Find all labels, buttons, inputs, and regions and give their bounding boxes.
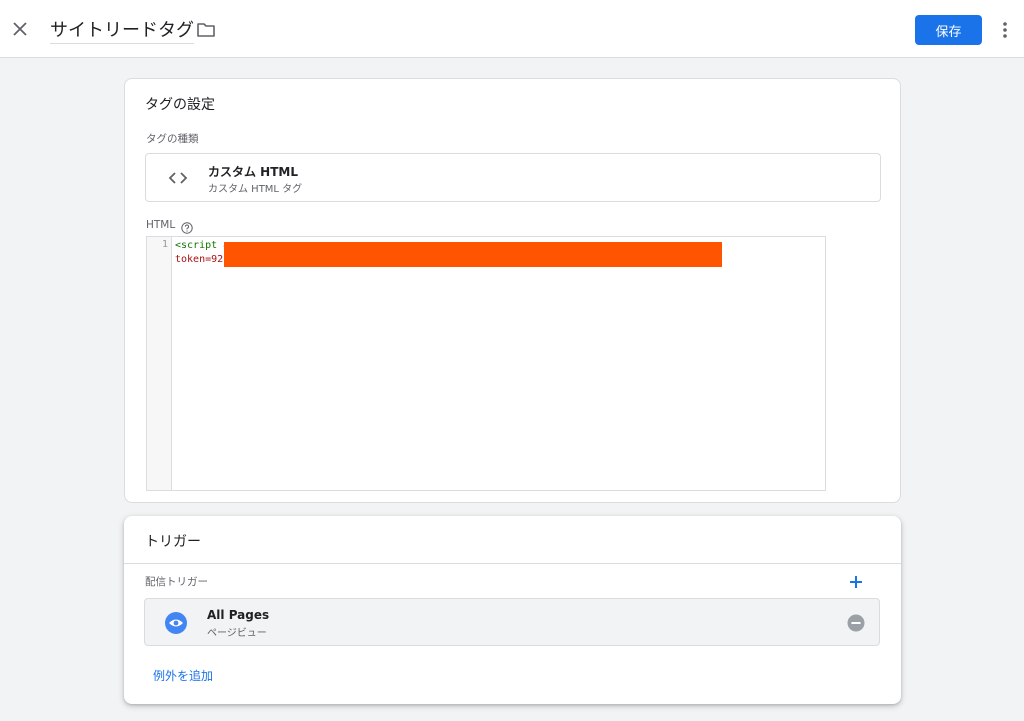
close-icon[interactable] xyxy=(8,17,32,41)
redaction-block xyxy=(224,242,722,267)
trigger-title: トリガー xyxy=(145,534,201,550)
trigger-card: トリガー 配信トリガー All Pages ページビュー 例外を追加 xyxy=(124,516,901,704)
html-code-editor[interactable]: 1 <script a token=92c xyxy=(146,236,826,491)
tag-type-description: カスタム HTML タグ xyxy=(208,184,303,195)
tag-config-title: タグの設定 xyxy=(145,97,215,113)
trigger-type: ページビュー xyxy=(207,628,267,639)
tag-name-title[interactable]: サイトリードタグ xyxy=(50,16,194,44)
save-button[interactable]: 保存 xyxy=(915,15,982,45)
add-icon[interactable] xyxy=(846,572,866,592)
tag-configuration-card: タグの設定 タグの種類 カスタム HTML カスタム HTML タグ HTML … xyxy=(124,78,901,503)
more-vert-icon[interactable] xyxy=(995,18,1015,42)
code-icon xyxy=(168,169,188,187)
trigger-name: All Pages xyxy=(207,608,270,622)
firing-trigger-label: 配信トリガー xyxy=(145,576,208,588)
line-gutter: 1 xyxy=(147,237,172,490)
code-line-2: token=92c xyxy=(175,254,230,265)
eye-icon xyxy=(165,612,187,634)
tag-type-label: タグの種類 xyxy=(146,133,199,145)
html-label: HTML xyxy=(146,219,176,231)
help-icon[interactable] xyxy=(181,219,193,234)
add-exception-link[interactable]: 例外を追加 xyxy=(153,667,213,684)
divider xyxy=(124,563,901,564)
top-bar: サイトリードタグ 保存 xyxy=(0,0,1024,58)
tag-type-name: カスタム HTML xyxy=(208,165,298,179)
line-number: 1 xyxy=(161,239,168,250)
tag-type-selector[interactable]: カスタム HTML カスタム HTML タグ xyxy=(145,153,881,202)
folder-icon[interactable] xyxy=(196,21,216,39)
remove-circle-icon[interactable] xyxy=(847,614,865,632)
trigger-item-all-pages[interactable]: All Pages ページビュー xyxy=(144,598,880,646)
code-tag: <script xyxy=(175,240,218,251)
